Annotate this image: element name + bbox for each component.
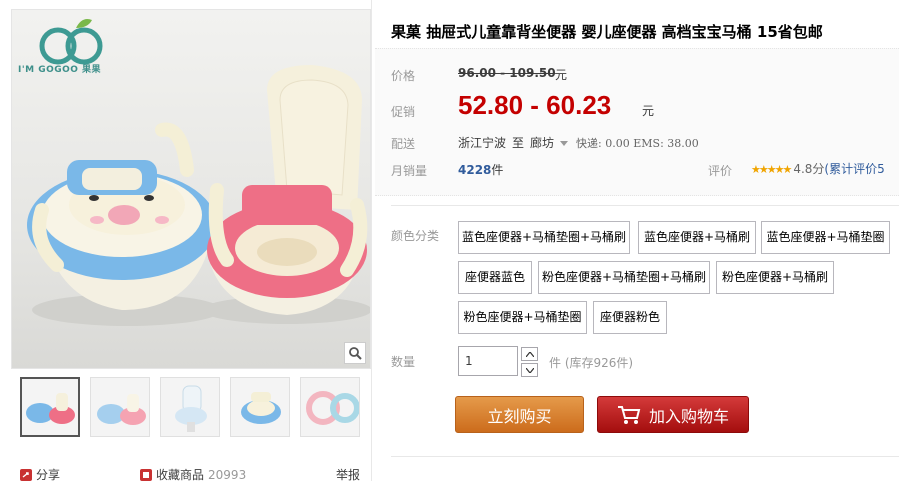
quantity-increase[interactable] <box>521 347 538 361</box>
price-label: 价格 <box>391 69 416 83</box>
buy-now-button[interactable]: 立刻购买 <box>455 396 584 433</box>
magnifier-icon[interactable] <box>344 342 366 364</box>
sku-option[interactable]: 蓝色座便器+马桶刷 <box>638 221 756 254</box>
sku-option[interactable]: 蓝色座便器+马桶垫圈 <box>761 221 890 254</box>
share-label: 分享 <box>36 468 61 481</box>
brand-text: I'M GOGOO 果果 <box>18 65 102 75</box>
shipping-fee: 快递: 0.00 EMS: 38.00 <box>576 137 699 150</box>
thumbnail-5[interactable] <box>300 377 360 437</box>
favorite-icon <box>140 469 153 481</box>
ship-from: 浙江宁波 <box>458 136 507 150</box>
divider <box>391 456 899 457</box>
quantity-unit: 件 <box>549 356 562 370</box>
sku-option[interactable]: 座便器粉色 <box>593 301 667 334</box>
cart-icon <box>617 405 641 424</box>
sales-count: 4228 <box>458 163 492 177</box>
sku-option[interactable]: 粉色座便器+马桶垫圈+马桶刷 <box>538 261 710 294</box>
promo-price-unit: 元 <box>642 104 655 118</box>
share-row: 分享 收藏商品 20993 举报 <box>20 466 360 481</box>
sku-option[interactable]: 粉色座便器+马桶垫圈 <box>458 301 587 334</box>
original-price-unit: 元 <box>555 68 568 82</box>
sales-info: 4228件 <box>458 161 503 178</box>
sku-label: 颜色分类 <box>391 229 440 243</box>
promo-label: 促销 <box>391 105 416 119</box>
thumbnail-3[interactable] <box>160 377 220 437</box>
favorite-count: 20993 <box>208 468 247 481</box>
promo-price: 52.80 - 60.23 <box>458 90 612 120</box>
add-to-cart-button[interactable]: 加入购物车 <box>597 396 749 433</box>
quantity-input[interactable]: 1 <box>458 346 518 376</box>
thumbnail-strip <box>20 377 360 437</box>
shipping-label: 配送 <box>391 137 416 151</box>
rating-info: ★★★★★ 4.8分(累计评价5 <box>751 160 885 177</box>
share-link[interactable]: 分享 <box>20 466 60 481</box>
thumbnail-2[interactable] <box>90 377 150 437</box>
share-icon <box>20 469 32 481</box>
shipping-info: 浙江宁波至廊坊 快递: 0.00 EMS: 38.00 <box>458 134 699 151</box>
report-link[interactable]: 举报 <box>336 466 360 481</box>
stock-count: (库存926件) <box>564 356 634 370</box>
ship-to-select[interactable]: 廊坊 <box>530 136 576 150</box>
quantity-decrease[interactable] <box>521 363 538 377</box>
column-divider <box>371 0 372 481</box>
review-count-link[interactable]: (累计评价5 <box>824 162 884 176</box>
sku-option[interactable]: 粉色座便器+马桶刷 <box>716 261 834 294</box>
thumbnail-1[interactable] <box>20 377 80 437</box>
ship-to-city: 廊坊 <box>530 136 555 150</box>
main-product-image[interactable]: I'M GOGOO 果果 <box>11 9 371 369</box>
sku-option[interactable]: 蓝色座便器+马桶垫圈+马桶刷 <box>458 221 630 254</box>
chevron-down-icon <box>560 141 569 146</box>
favorite-label: 收藏商品 <box>156 468 205 481</box>
rating-label: 评价 <box>708 164 733 178</box>
sales-unit: 件 <box>491 163 504 177</box>
quantity-label: 数量 <box>391 355 416 369</box>
sku-option[interactable]: 座便器蓝色 <box>458 261 532 294</box>
original-price: 96.00 - 109.50 <box>458 66 556 80</box>
product-title: 果菓 抽屉式儿童靠背坐便器 婴儿座便器 高档宝宝马桶 15省包邮 <box>391 23 823 41</box>
favorite-link[interactable]: 收藏商品 20993 <box>140 466 246 481</box>
thumbnail-4[interactable] <box>230 377 290 437</box>
sales-label: 月销量 <box>391 164 428 178</box>
add-to-cart-label: 加入购物车 <box>648 406 729 426</box>
stock-info: 件 (库存926件) <box>549 354 633 371</box>
divider <box>391 205 899 206</box>
chevron-up-icon <box>525 351 534 357</box>
rating-score: 4.8分 <box>793 162 825 176</box>
ship-to-word: 至 <box>512 136 525 150</box>
chevron-down-icon <box>525 367 534 373</box>
rating-stars: ★★★★★ <box>751 163 792 176</box>
